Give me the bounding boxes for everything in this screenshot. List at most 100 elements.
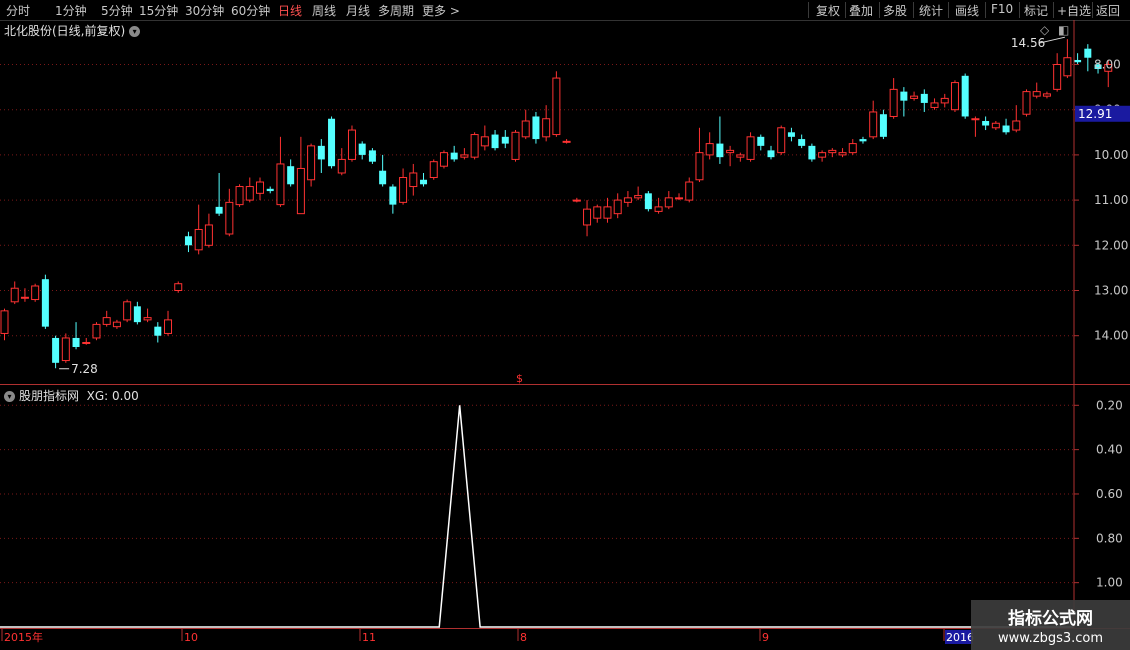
candle: [889, 78, 898, 119]
candle: [634, 186, 643, 201]
candle-body: [450, 152, 458, 160]
candle: [92, 322, 101, 341]
candle: [603, 197, 612, 223]
candle-body: [1002, 125, 1010, 133]
date-label: 10: [184, 631, 198, 644]
candle-body: [235, 186, 244, 206]
candle: [491, 130, 499, 151]
candle-body: [961, 75, 969, 117]
candle-body: [726, 149, 735, 154]
indicator-y-tick-label: 0.20: [1096, 398, 1123, 412]
main-chart-title[interactable]: 北化股份(日线,前复权) ▾: [4, 22, 141, 39]
candle-body: [256, 181, 264, 194]
candle: [787, 127, 795, 142]
candle-body: [644, 193, 652, 210]
candle-body: [276, 163, 285, 206]
candle: [1022, 89, 1031, 117]
candle-body: [10, 287, 19, 303]
candle-body: [736, 154, 745, 158]
candle-body: [991, 122, 1000, 129]
indicator-title[interactable]: ▾ 股朋指标网 XG: 0.00: [4, 387, 139, 404]
indicator-y-tick-label: 0.60: [1096, 487, 1123, 501]
y-tick-label: 8.00: [1094, 58, 1121, 72]
candle-body: [1074, 59, 1082, 63]
candle-body: [1053, 64, 1062, 90]
candle-body: [634, 195, 643, 199]
candle: [184, 231, 192, 253]
candle-body: [654, 206, 663, 212]
candle-body: [72, 337, 80, 347]
date-label: 2016: [946, 631, 974, 644]
candle-body: [716, 143, 724, 158]
candle-body: [337, 158, 346, 174]
site-watermark: 指标公式网 www.zbgs3.com: [971, 600, 1130, 650]
candle: [950, 80, 959, 112]
candle: [347, 125, 356, 162]
candle: [685, 177, 694, 203]
candle: [317, 139, 325, 173]
candle-body: [112, 321, 121, 328]
candle-body: [542, 118, 551, 138]
candle-body: [889, 88, 898, 117]
candle: [572, 197, 581, 203]
candle: [848, 139, 857, 155]
candle: [1032, 82, 1041, 99]
layout-icon[interactable]: ◧: [1058, 23, 1069, 37]
low-price-label: 7.28: [71, 362, 98, 376]
candle-body: [767, 150, 775, 158]
candle: [777, 125, 786, 155]
candle-body: [552, 77, 561, 136]
candle: [1074, 53, 1082, 65]
candle-body: [572, 199, 581, 202]
candle-body: [532, 116, 540, 140]
candle: [420, 172, 428, 187]
candle-body: [869, 111, 878, 138]
candle: [10, 281, 19, 305]
candle-body: [204, 224, 213, 246]
watermark-url: www.zbgs3.com: [997, 631, 1104, 646]
candle-body: [1032, 91, 1041, 97]
candle: [41, 274, 49, 329]
candle-body: [1022, 91, 1031, 115]
indicator-y-tick-label: 0.80: [1096, 531, 1123, 545]
candle: [940, 93, 949, 108]
y-tick-label: 10.00: [1094, 148, 1128, 162]
chevron-down-icon[interactable]: ▾: [4, 391, 15, 402]
candle-body: [123, 301, 132, 321]
candle-body: [879, 114, 887, 137]
candle-body: [798, 139, 806, 146]
candle: [194, 204, 203, 255]
kline-chart: 14.0013.0012.0011.0010.009.008.0014.567.…: [0, 20, 1130, 644]
candle-body: [133, 306, 141, 323]
candle-body: [41, 279, 49, 327]
candle: [450, 145, 458, 162]
candle-body: [409, 172, 418, 188]
candle: [562, 139, 571, 144]
candle-body: [777, 127, 786, 154]
candle: [337, 148, 346, 176]
stock-name-label: 北化股份(日线,前复权): [4, 24, 126, 38]
candle: [583, 200, 592, 237]
high-price-label: 14.56: [1011, 36, 1045, 50]
candle: [675, 193, 684, 201]
chevron-down-icon[interactable]: ▾: [129, 26, 141, 37]
candle: [705, 132, 714, 160]
candle-body: [613, 199, 622, 215]
candle: [746, 132, 755, 162]
candle-body: [296, 167, 305, 215]
candle: [501, 130, 509, 149]
candle-body: [164, 319, 173, 334]
candle: [930, 98, 939, 110]
candle: [399, 168, 408, 205]
candle: [266, 186, 274, 194]
indicator-layer: [0, 405, 1074, 628]
candle: [757, 134, 765, 151]
candle-body: [154, 326, 162, 336]
candle: [287, 159, 295, 187]
diamond-icon[interactable]: ◇: [1040, 23, 1049, 37]
watermark-title: 指标公式网: [1008, 609, 1093, 629]
candle: [982, 116, 990, 131]
candle-body: [245, 186, 254, 201]
candle: [123, 299, 132, 323]
candle-body: [757, 136, 765, 146]
